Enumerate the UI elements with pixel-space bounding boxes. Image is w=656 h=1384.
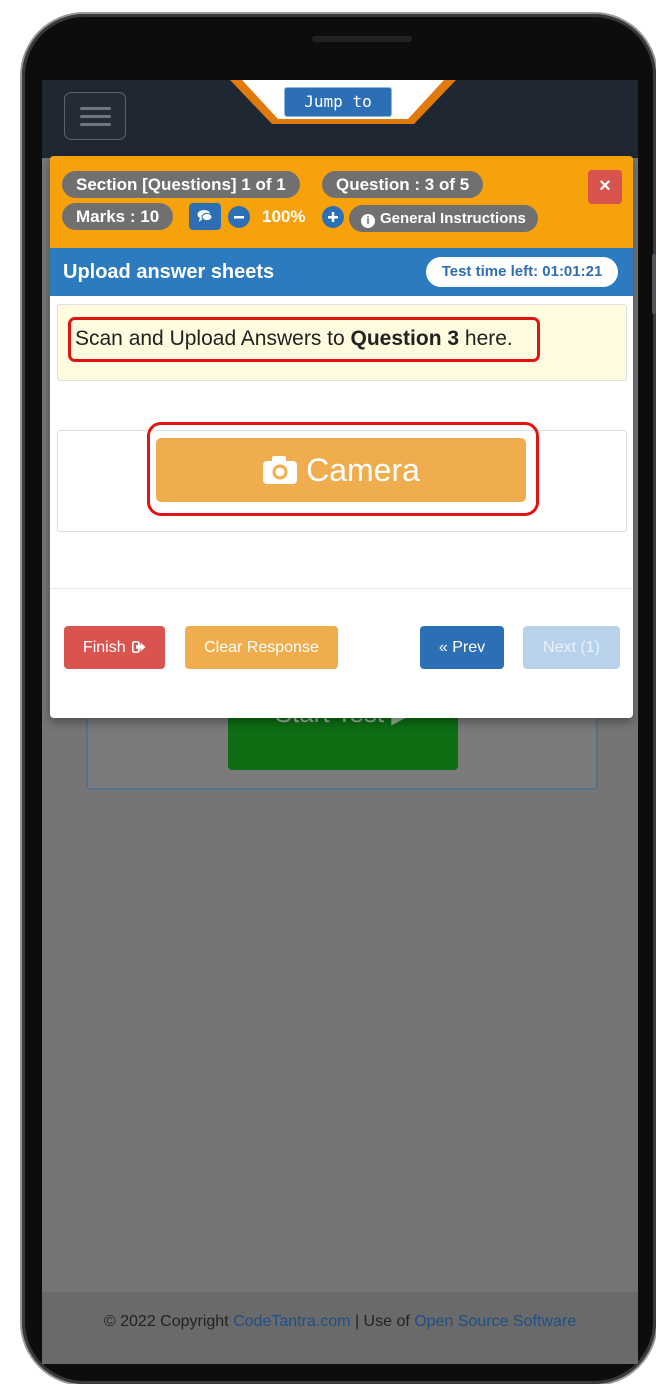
codetantra-link[interactable]: CodeTantra.com [233,1313,350,1330]
section-badge: Section [Questions] 1 of 1 [62,171,300,198]
separator-text: | Use of [354,1313,410,1330]
question-text-suffix: here. [464,327,513,350]
minus-icon [234,216,244,219]
camera-label: Camera [306,452,420,488]
menu-toggle-button[interactable] [64,92,126,140]
test-timer: Test time left: 01:01:21 [426,257,618,287]
question-text-prefix: Scan and Upload Answers to [75,327,345,350]
upload-area: Camera [57,422,627,532]
jump-to-tab: Jump to [230,80,456,126]
general-instructions-button[interactable]: i General Instructions [349,205,538,232]
question-number: Question 3 [350,327,460,350]
general-instructions-label: General Instructions [380,210,526,227]
comments-icon [197,210,213,222]
menu-bar-icon [80,123,111,126]
modal-title: Upload answer sheets [63,261,275,283]
sign-out-icon [132,641,146,653]
menu-bar-icon [80,115,111,118]
finish-label: Finish [82,639,126,656]
plus-icon [328,212,338,222]
question-text: Scan and Upload Answers to Question 3 he… [68,317,540,362]
info-icon: i [361,214,375,228]
zoom-in-button[interactable] [322,206,344,228]
camera-button[interactable]: Camera [156,438,526,502]
modal-header: Section [Questions] 1 of 1 Question : 3 … [50,156,633,248]
copyright-text: © 2022 Copyright [103,1313,229,1330]
divider [50,588,633,589]
marks-badge: Marks : 10 [62,203,174,230]
zoom-level: 100% [262,207,306,226]
prev-button[interactable]: « Prev [420,626,504,669]
zoom-out-button[interactable] [228,206,250,228]
modal-title-bar: Upload answer sheets Test time left: 01:… [50,248,633,296]
phone-screen: Jump to Start Test ▶ © 2022 Copyright Co… [42,80,638,1364]
phone-side-button [652,254,656,314]
jump-to-button[interactable]: Jump to [284,87,392,117]
question-modal: Section [Questions] 1 of 1 Question : 3 … [50,156,633,718]
comment-button[interactable] [189,203,221,230]
question-box: Scan and Upload Answers to Question 3 he… [57,304,627,381]
question-badge: Question : 3 of 5 [322,171,484,198]
phone-speaker [312,36,412,42]
camera-icon [263,456,298,484]
finish-button[interactable]: Finish [64,626,165,669]
close-button[interactable]: × [588,170,622,204]
next-button[interactable]: Next (1) [523,626,620,669]
open-source-link[interactable]: Open Source Software [414,1313,576,1330]
clear-response-button[interactable]: Clear Response [185,626,338,669]
page-footer: © 2022 Copyright CodeTantra.com | Use of… [42,1292,638,1364]
app-navbar: Jump to [42,80,638,158]
menu-bar-icon [80,107,111,110]
